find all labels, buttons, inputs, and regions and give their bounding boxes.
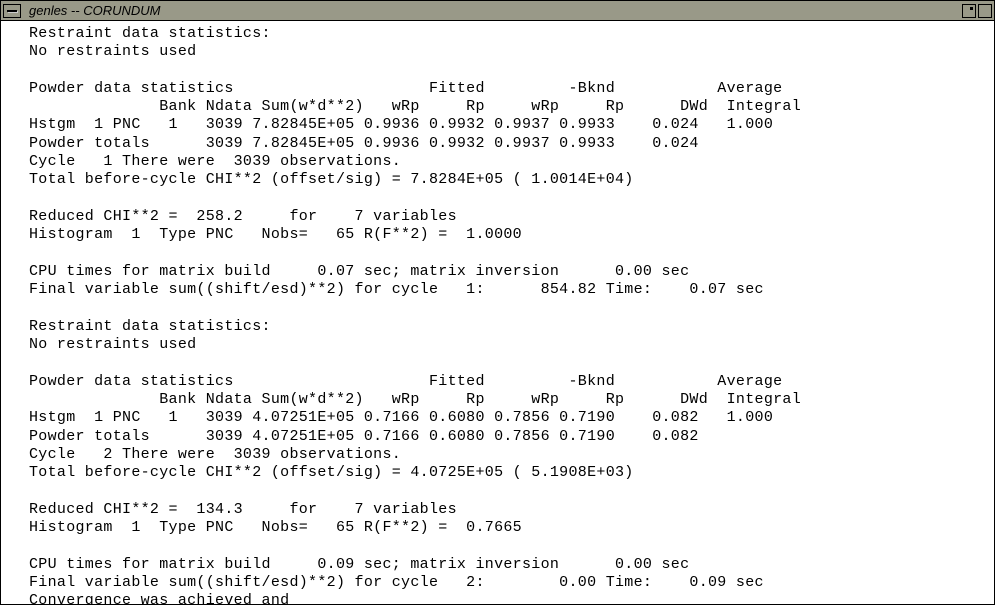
output-line: Powder totals 3039 7.82845E+05 0.9936 0.…: [29, 135, 699, 152]
output-line: Powder totals 3039 4.07251E+05 0.7166 0.…: [29, 428, 699, 445]
dash-icon: [7, 10, 17, 12]
output-line: Cycle 1 There were 3039 observations.: [29, 153, 401, 170]
window-title: genles -- CORUNDUM: [27, 3, 162, 18]
output-line: Total before-cycle CHI**2 (offset/sig) =…: [29, 464, 634, 481]
maximize-button[interactable]: [978, 4, 992, 18]
output-line: Reduced CHI**2 = 258.2 for 7 variables: [29, 208, 457, 225]
output-line: Histogram 1 Type PNC Nobs= 65 R(F**2) = …: [29, 226, 522, 243]
output-line: Final variable sum((shift/esd)**2) for c…: [29, 281, 764, 298]
terminal-window: genles -- CORUNDUM Restraint data statis…: [0, 0, 995, 605]
output-line: Hstgm 1 PNC 1 3039 4.07251E+05 0.7166 0.…: [29, 409, 773, 426]
output-line: Powder data statistics Fitted -Bknd Aver…: [29, 80, 782, 97]
output-line: Bank Ndata Sum(w*d**2) wRp Rp wRp Rp DWd…: [29, 98, 801, 115]
output-line: Restraint data statistics:: [29, 318, 271, 335]
output-line: Histogram 1 Type PNC Nobs= 65 R(F**2) = …: [29, 519, 522, 536]
output-line: Restraint data statistics:: [29, 25, 271, 42]
output-line: Powder data statistics Fitted -Bknd Aver…: [29, 373, 782, 390]
titlebar[interactable]: genles -- CORUNDUM: [1, 1, 994, 21]
window-menu-button[interactable]: [3, 4, 21, 18]
output-line: No restraints used: [29, 336, 196, 353]
output-line: CPU times for matrix build 0.07 sec; mat…: [29, 263, 689, 280]
output-line: Bank Ndata Sum(w*d**2) wRp Rp wRp Rp DWd…: [29, 391, 801, 408]
terminal-content[interactable]: Restraint data statistics: No restraints…: [1, 21, 994, 604]
output-line: Hstgm 1 PNC 1 3039 7.82845E+05 0.9936 0.…: [29, 116, 773, 133]
output-line: Cycle 2 There were 3039 observations.: [29, 446, 401, 463]
output-line: Final variable sum((shift/esd)**2) for c…: [29, 574, 764, 591]
output-line: Total before-cycle CHI**2 (offset/sig) =…: [29, 171, 634, 188]
output-line: Reduced CHI**2 = 134.3 for 7 variables: [29, 501, 457, 518]
output-line: No restraints used: [29, 43, 196, 60]
minimize-button[interactable]: [962, 4, 976, 18]
output-line: CPU times for matrix build 0.09 sec; mat…: [29, 556, 689, 573]
output-line: Convergence was achieved and: [29, 592, 289, 604]
